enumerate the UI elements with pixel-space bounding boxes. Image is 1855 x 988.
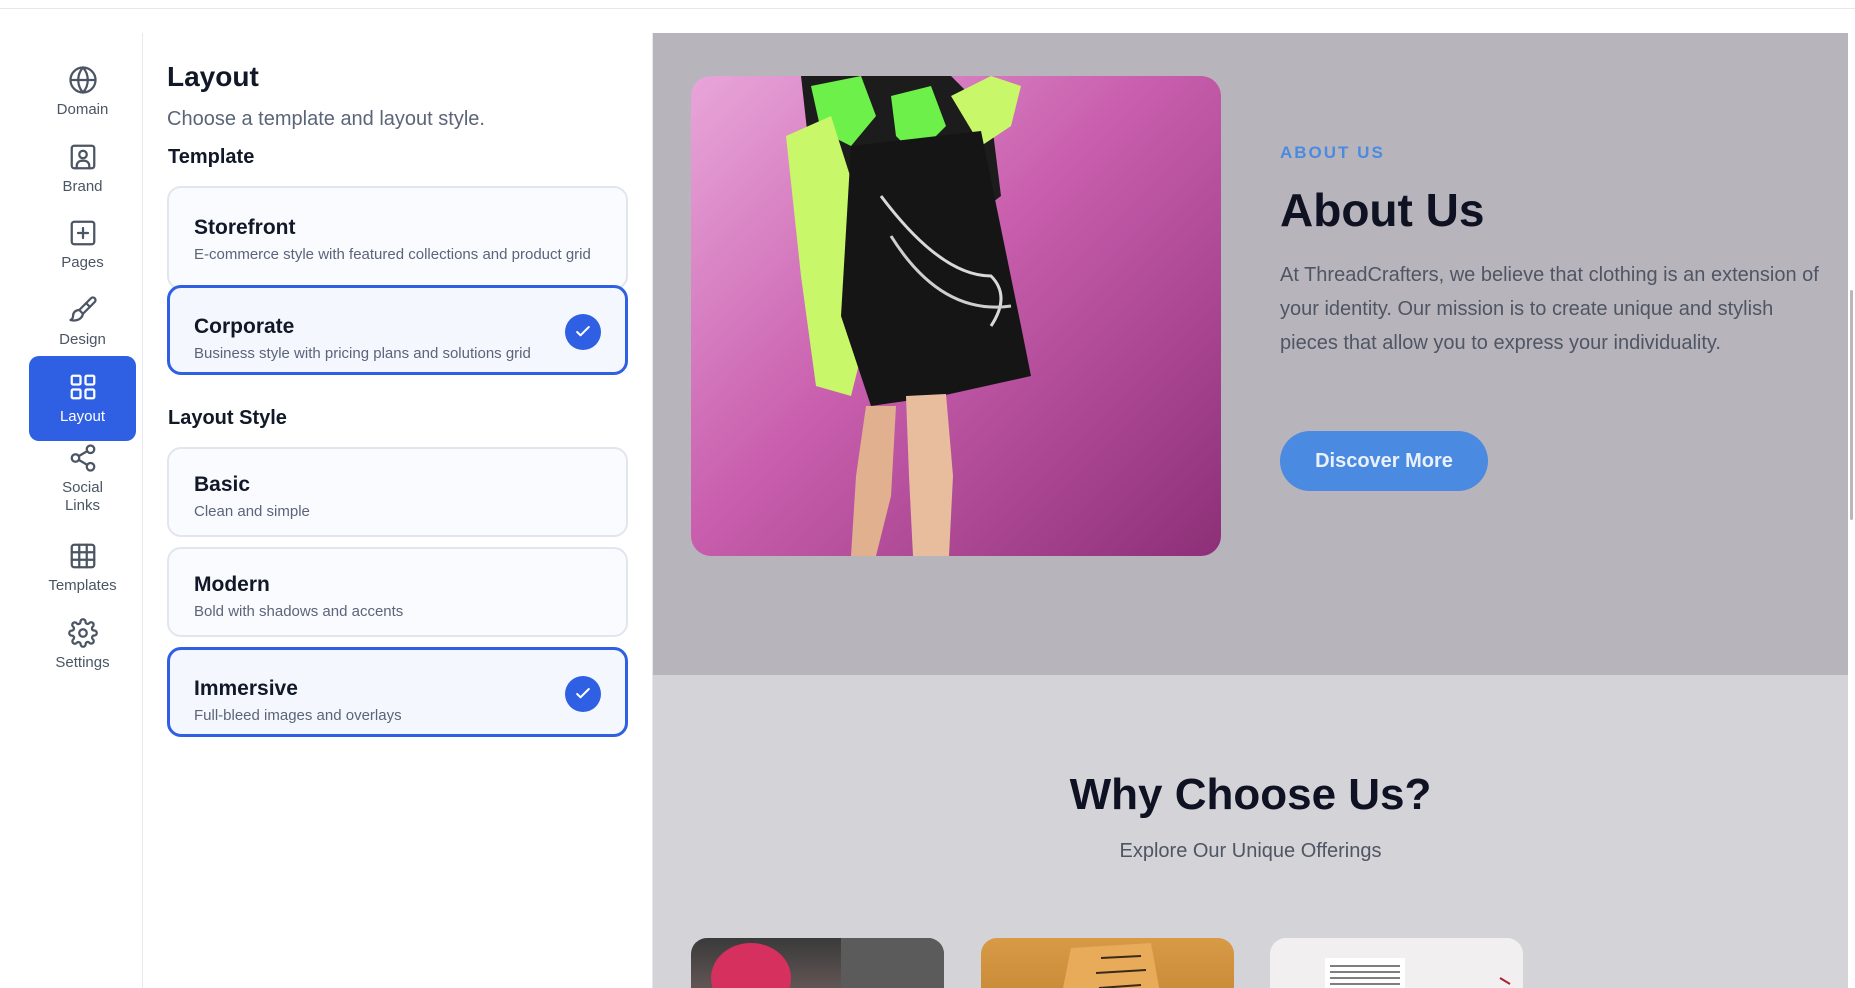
top-bar bbox=[0, 0, 1855, 9]
sidebar-item-label: Domain bbox=[56, 100, 109, 118]
offering-card-image bbox=[981, 938, 1234, 988]
about-section: ABOUT US About Us At ThreadCrafters, we … bbox=[653, 33, 1848, 675]
layout-style-heading: Layout Style bbox=[168, 407, 287, 429]
sidebar-item-templates[interactable]: Templates bbox=[29, 525, 136, 610]
table-grid-icon bbox=[70, 543, 95, 568]
sidebar-nav: Domain Brand Pages Design Layout Social … bbox=[0, 33, 143, 988]
sidebar-item-social-links[interactable]: Social Links bbox=[29, 433, 136, 525]
share-icon bbox=[70, 444, 95, 472]
sidebar-item-design[interactable]: Design bbox=[29, 279, 136, 364]
about-eyebrow: ABOUT US bbox=[1280, 143, 1385, 162]
discover-more-button[interactable]: Discover More bbox=[1280, 431, 1488, 491]
about-title: About Us bbox=[1280, 184, 1485, 236]
sidebar-item-domain[interactable]: Domain bbox=[29, 49, 136, 134]
sidebar-item-label: Layout bbox=[59, 407, 106, 425]
option-description: Full-bleed images and overlays bbox=[194, 707, 402, 724]
option-title: Immersive bbox=[194, 677, 298, 700]
sidebar-item-label: Design bbox=[59, 330, 106, 348]
page-subtitle: Choose a template and layout style. bbox=[167, 108, 485, 130]
offering-photo bbox=[1063, 943, 1160, 988]
sidebar-item-label: Templates bbox=[48, 576, 117, 594]
sidebar-item-brand[interactable]: Brand bbox=[29, 126, 136, 211]
sidebar-item-pages[interactable]: Pages bbox=[29, 202, 136, 287]
sidebar-item-label: Pages bbox=[61, 253, 104, 271]
layout-grid-icon bbox=[70, 374, 95, 399]
add-page-icon bbox=[70, 220, 95, 245]
option-description: Business style with pricing plans and so… bbox=[194, 345, 531, 362]
paintbrush-icon bbox=[68, 295, 97, 322]
about-body: At ThreadCrafters, we believe that cloth… bbox=[1280, 264, 1819, 354]
selected-check-icon bbox=[565, 676, 601, 712]
option-title: Basic bbox=[194, 473, 251, 496]
fashion-model-illustration bbox=[786, 76, 1031, 556]
preview-scrollbar-thumb[interactable] bbox=[1850, 290, 1853, 520]
why-choose-us-section: Why Choose Us? Explore Our Unique Offeri… bbox=[653, 675, 1848, 988]
template-option-corporate[interactable]: Corporate Business style with pricing pl… bbox=[167, 285, 628, 375]
brand-portrait-icon bbox=[70, 144, 95, 169]
option-title: Corporate bbox=[194, 315, 295, 338]
sidebar-item-label: Brand bbox=[62, 177, 103, 195]
gear-icon bbox=[67, 617, 98, 648]
layout-option-immersive[interactable]: Immersive Full-bleed images and overlays bbox=[167, 647, 628, 737]
template-heading: Template bbox=[168, 146, 255, 168]
option-description: E-commerce style with featured collectio… bbox=[194, 246, 591, 263]
option-title: Modern bbox=[194, 573, 270, 596]
offering-card-image bbox=[691, 938, 944, 988]
layout-option-basic[interactable]: Basic Clean and simple bbox=[167, 447, 628, 537]
why-title: Why Choose Us? bbox=[1069, 770, 1432, 819]
option-title: Storefront bbox=[194, 216, 296, 239]
sidebar-item-layout[interactable]: Layout bbox=[29, 356, 136, 441]
selected-check-icon bbox=[565, 314, 601, 350]
offering-card-image bbox=[1270, 938, 1523, 988]
template-option-storefront[interactable]: Storefront E-commerce style with feature… bbox=[167, 186, 628, 290]
offering-photo bbox=[711, 938, 944, 988]
sidebar-item-label: Settings bbox=[55, 653, 110, 671]
page-title: Layout bbox=[167, 61, 259, 92]
site-preview: ABOUT US About Us At ThreadCrafters, we … bbox=[653, 33, 1848, 988]
about-hero-image bbox=[691, 76, 1221, 556]
offering-photo bbox=[1325, 958, 1511, 988]
sidebar-item-settings[interactable]: Settings bbox=[29, 602, 136, 687]
sidebar-item-label: Social Links bbox=[62, 479, 103, 514]
why-subtitle: Explore Our Unique Offerings bbox=[1119, 840, 1382, 862]
layout-settings-panel: Layout Choose a template and layout styl… bbox=[143, 33, 653, 988]
layout-option-modern[interactable]: Modern Bold with shadows and accents bbox=[167, 547, 628, 637]
option-description: Bold with shadows and accents bbox=[194, 603, 404, 620]
option-description: Clean and simple bbox=[194, 503, 310, 520]
globe-icon bbox=[68, 65, 97, 94]
